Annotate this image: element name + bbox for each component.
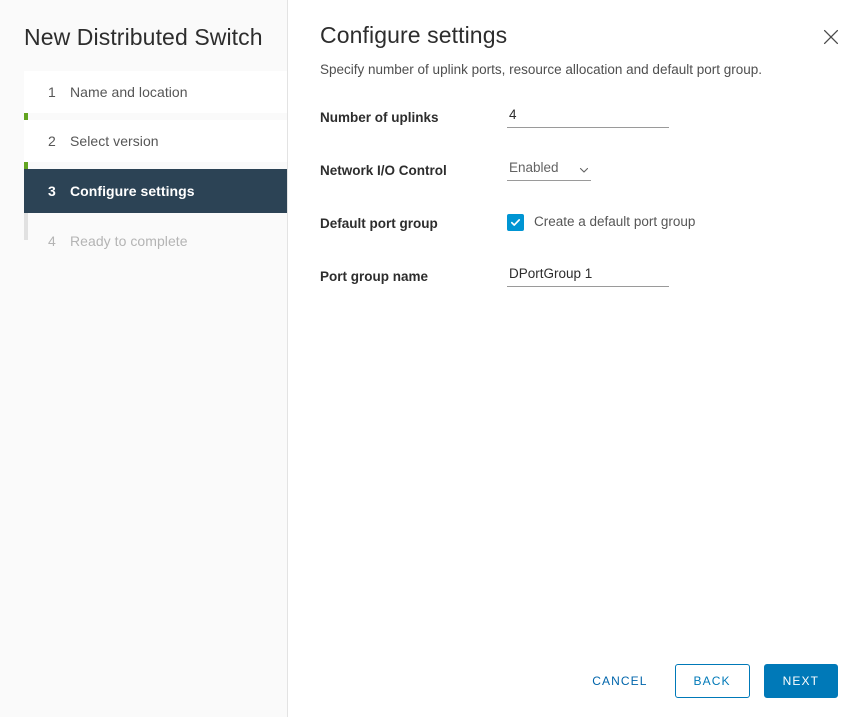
create-default-port-group-label[interactable]: Create a default port group	[534, 213, 695, 231]
wizard-sidebar: New Distributed Switch 1 Name and locati…	[0, 0, 288, 717]
page-subtitle: Specify number of uplink ports, resource…	[320, 61, 828, 79]
check-icon	[510, 217, 521, 228]
configure-settings-form: Number of uplinks Network I/O Control	[288, 79, 860, 291]
close-icon	[823, 29, 839, 45]
sidebar-step-ready-to-complete: 4 Ready to complete	[24, 220, 287, 262]
form-row-default-port-group: Default port group Create a default port…	[320, 212, 828, 238]
step-number: 2	[48, 133, 70, 149]
form-row-network-io-control: Network I/O Control	[320, 159, 828, 185]
default-port-group-checkbox-row[interactable]: Create a default port group	[507, 212, 828, 231]
sidebar-step-name-and-location[interactable]: 1 Name and location	[24, 71, 287, 113]
step-label: Configure settings	[70, 183, 195, 199]
sidebar-step-select-version[interactable]: 2 Select version	[24, 120, 287, 162]
page-header: Configure settings Specify number of upl…	[288, 0, 860, 79]
uplinks-label: Number of uplinks	[320, 106, 507, 127]
back-button[interactable]: BACK	[675, 664, 750, 698]
uplinks-input[interactable]	[507, 107, 669, 128]
page-title: Configure settings	[320, 20, 828, 50]
wizard-footer: CANCEL BACK NEXT	[288, 645, 860, 717]
form-row-uplinks: Number of uplinks	[320, 106, 828, 132]
wizard-title: New Distributed Switch	[0, 0, 287, 52]
step-label: Select version	[70, 133, 159, 149]
cancel-button[interactable]: CANCEL	[579, 664, 660, 698]
step-number: 3	[48, 183, 70, 199]
step-label: Ready to complete	[70, 233, 188, 249]
network-io-control-label: Network I/O Control	[320, 159, 507, 180]
network-io-control-select-wrap	[507, 159, 591, 181]
create-default-port-group-checkbox[interactable]	[507, 214, 524, 231]
step-number: 1	[48, 84, 70, 100]
step-number: 4	[48, 233, 70, 249]
port-group-name-label: Port group name	[320, 265, 507, 286]
network-io-control-select[interactable]	[507, 160, 591, 180]
wizard-dialog: New Distributed Switch 1 Name and locati…	[0, 0, 860, 717]
form-row-port-group-name: Port group name	[320, 265, 828, 291]
step-label: Name and location	[70, 84, 188, 100]
wizard-main-panel: Configure settings Specify number of upl…	[288, 0, 860, 717]
close-button[interactable]	[816, 22, 846, 52]
sidebar-step-configure-settings[interactable]: 3 Configure settings	[24, 169, 287, 213]
port-group-name-input[interactable]	[507, 266, 669, 287]
next-button[interactable]: NEXT	[764, 664, 838, 698]
wizard-step-list: 1 Name and location 2 Select version 3 C…	[0, 71, 287, 262]
default-port-group-label: Default port group	[320, 212, 507, 233]
